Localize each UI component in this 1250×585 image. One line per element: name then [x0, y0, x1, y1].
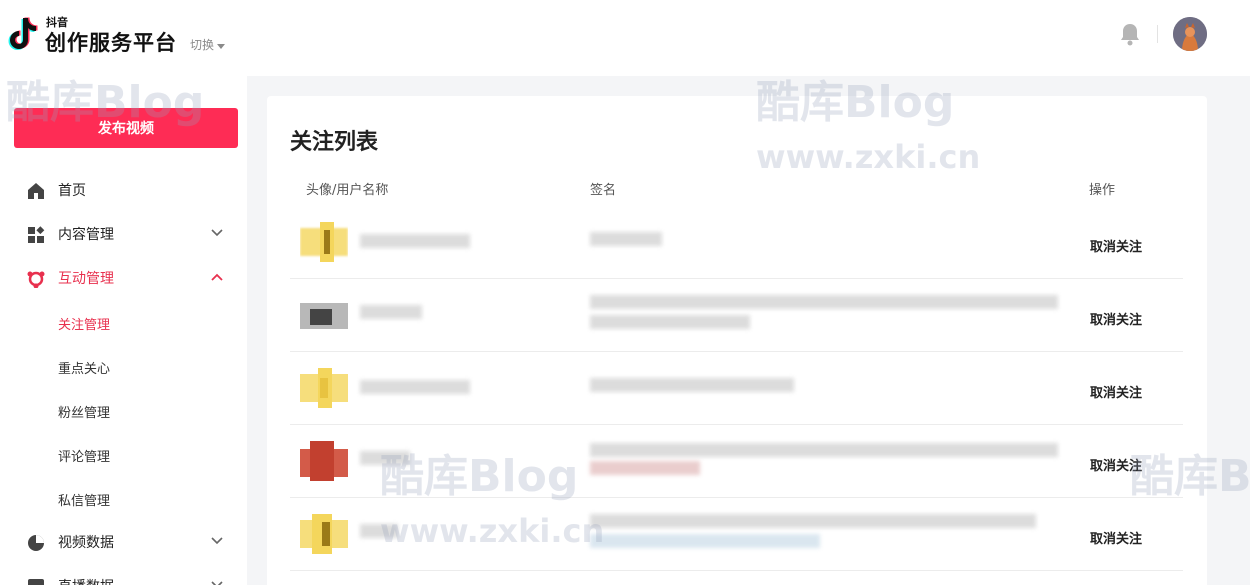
sidebar-subitem-following[interactable]: 关注管理: [58, 314, 110, 333]
sidebar-item-video-data[interactable]: 视频数据: [0, 522, 247, 562]
avatar-image-icon: [1173, 17, 1207, 51]
blurred-username: [360, 234, 470, 248]
sidebar: 发布视频 首页 内容管理 互动管理 关注管理 重点关心 粉丝管理 评论管理 私信…: [0, 76, 247, 585]
content-grid-icon: [28, 226, 45, 243]
user-avatar[interactable]: [1173, 17, 1207, 51]
sidebar-item-label: 首页: [58, 183, 86, 199]
user-avatar-blurred[interactable]: [300, 222, 348, 262]
chevron-down-icon: [211, 581, 223, 585]
unfollow-button[interactable]: 取消关注: [1090, 382, 1142, 401]
live-data-icon: [28, 579, 44, 585]
sidebar-item-label: 内容管理: [58, 227, 114, 243]
blurred-username: [360, 451, 410, 465]
blurred-username: [360, 305, 422, 319]
unfollow-button[interactable]: 取消关注: [1090, 528, 1142, 547]
table-row: 取消关注: [290, 425, 1183, 498]
table-row: 取消关注: [290, 352, 1183, 425]
blurred-signature: [590, 295, 1058, 309]
publish-video-button[interactable]: 发布视频: [14, 108, 238, 148]
page-title: 关注列表: [290, 130, 379, 155]
platform-title: 创作服务平台: [45, 31, 177, 55]
top-bar: 抖音 创作服务平台 切换: [0, 0, 1250, 76]
bell-icon[interactable]: [1119, 22, 1141, 46]
blurred-signature: [590, 232, 662, 246]
sidebar-subitem-key-care[interactable]: 重点关心: [58, 358, 110, 377]
blurred-signature: [590, 378, 794, 392]
blurred-username: [360, 380, 470, 394]
pie-chart-icon: [28, 535, 44, 551]
interaction-icon: [27, 271, 45, 288]
header-divider: [1157, 25, 1158, 43]
table-row: 取消关注: [290, 498, 1183, 571]
user-avatar-blurred[interactable]: [300, 295, 348, 335]
user-avatar-blurred[interactable]: [300, 514, 348, 554]
unfollow-button[interactable]: 取消关注: [1090, 309, 1142, 328]
table-row: 取消关注: [290, 279, 1183, 352]
sidebar-item-label: 直播数据: [58, 576, 114, 585]
table-row: 取消关注: [290, 206, 1183, 279]
blurred-username: [360, 524, 398, 538]
sidebar-subitem-fans[interactable]: 粉丝管理: [58, 402, 110, 421]
chevron-down-icon: [211, 229, 223, 237]
blurred-signature: [590, 514, 1036, 528]
chevron-down-icon: [211, 537, 223, 545]
unfollow-button[interactable]: 取消关注: [1090, 455, 1142, 474]
sidebar-item-label: 视频数据: [58, 535, 114, 551]
following-list-panel: 关注列表 头像/用户名称 签名 操作 取消关注 取消关注 取消关注 取消关注 取…: [267, 96, 1207, 585]
blurred-signature: [590, 534, 820, 548]
blurred-signature: [590, 461, 700, 475]
column-header-signature: 签名: [590, 183, 617, 198]
sidebar-subitem-comments[interactable]: 评论管理: [58, 446, 110, 465]
caret-down-icon: [217, 43, 226, 49]
sidebar-subitem-messages[interactable]: 私信管理: [58, 490, 110, 509]
chevron-up-icon: [211, 273, 223, 281]
user-avatar-blurred[interactable]: [300, 368, 348, 408]
sidebar-item-home[interactable]: 首页: [0, 170, 247, 210]
sidebar-item-live-data[interactable]: 直播数据: [0, 566, 247, 585]
blurred-signature: [590, 443, 1058, 457]
sidebar-item-content[interactable]: 内容管理: [0, 214, 247, 254]
switch-account-button[interactable]: 切换: [190, 36, 226, 53]
user-avatar-blurred[interactable]: [300, 441, 348, 481]
sidebar-item-interaction[interactable]: 互动管理: [0, 258, 247, 298]
column-header-action: 操作: [1089, 183, 1116, 198]
column-header-avatar-name: 头像/用户名称: [306, 183, 389, 198]
douyin-logo-icon[interactable]: [6, 14, 42, 54]
home-icon: [28, 183, 44, 199]
blurred-signature: [590, 315, 750, 329]
switch-label: 切换: [190, 38, 215, 52]
unfollow-button[interactable]: 取消关注: [1090, 236, 1142, 255]
sidebar-item-label: 互动管理: [58, 271, 114, 287]
